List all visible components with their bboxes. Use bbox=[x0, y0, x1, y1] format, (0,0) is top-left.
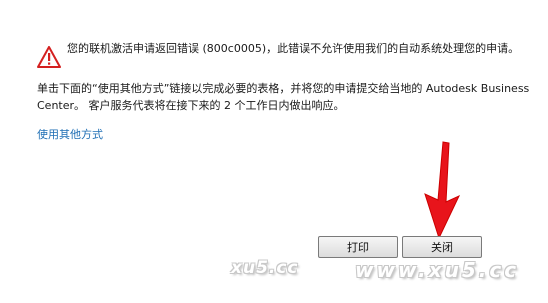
red-down-arrow-icon bbox=[424, 141, 461, 240]
watermark-right: www.xu5.cc bbox=[355, 258, 520, 282]
print-button[interactable]: 打印 bbox=[318, 236, 398, 258]
activation-error-dialog: 您的联机激活申请返回错误 (800c0005)，此错误不允许使用我们的自动系统处… bbox=[0, 0, 548, 303]
use-other-method-link[interactable]: 使用其他方式 bbox=[37, 128, 103, 142]
warning-icon bbox=[37, 46, 61, 68]
error-message: 您的联机激活申请返回错误 (800c0005)，此错误不允许使用我们的自动系统处… bbox=[67, 42, 520, 55]
close-button[interactable]: 关闭 bbox=[402, 236, 482, 258]
watermark-left: xu5.cc bbox=[231, 258, 299, 278]
instructions-message: 单击下面的“使用其他方式”链接以完成必要的表格，并将您的申请提交给当地的 Aut… bbox=[37, 82, 530, 112]
